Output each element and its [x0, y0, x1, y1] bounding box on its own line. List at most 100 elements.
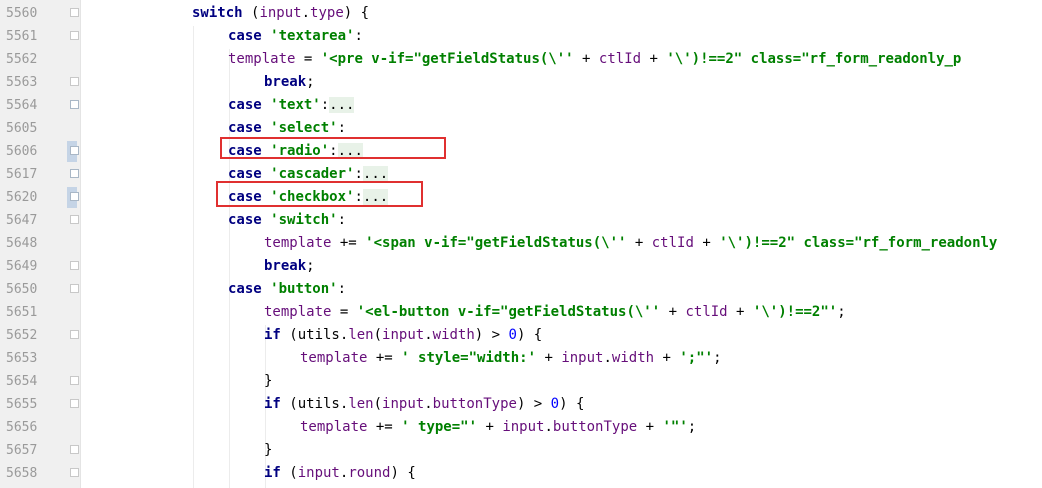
line-number: 5617	[6, 167, 38, 182]
code-token: +=	[367, 350, 402, 366]
code-line[interactable]: 5658 if (input.round) {	[0, 462, 1042, 485]
fold-collapse-icon[interactable]	[70, 261, 79, 270]
code-line[interactable]: 5564 case 'text':...	[0, 94, 1042, 117]
code-text: }	[264, 439, 272, 462]
code-line[interactable]: 5648 template += '<span v-if="getFieldSta…	[0, 232, 1042, 255]
code-text: template += '<span v-if="getFieldStatus(…	[264, 232, 997, 255]
fold-expand-icon[interactable]	[70, 169, 79, 178]
code-token: utils	[297, 327, 340, 343]
code-token: template	[300, 419, 368, 435]
fold-collapse-icon[interactable]	[70, 399, 79, 408]
code-token: input	[382, 396, 425, 412]
code-line[interactable]: 5653 template += ' style="width:' + input…	[0, 347, 1042, 370]
code-text: template += ' style="width:' + input.wid…	[300, 347, 722, 370]
code-token: switch	[192, 5, 243, 21]
code-token: ) {	[559, 396, 585, 412]
line-number: 5652	[6, 328, 38, 343]
code-token: (	[373, 327, 383, 343]
code-token: if	[264, 327, 281, 343]
code-line[interactable]: 5656 template += ' type="' + input.button…	[0, 416, 1042, 439]
code-line[interactable]: 5647 case 'switch':	[0, 209, 1042, 232]
code-token: 'select'	[270, 120, 338, 136]
code-text: break;	[264, 255, 315, 278]
code-token: 'button'	[270, 281, 338, 297]
code-token: ctlId	[598, 51, 642, 67]
fold-collapse-icon[interactable]	[70, 445, 79, 454]
code-line[interactable]: 5657}	[0, 439, 1042, 462]
code-token: buttonType	[432, 396, 517, 412]
code-token: .	[301, 5, 311, 21]
code-line[interactable]: 5650 case 'button':	[0, 278, 1042, 301]
code-token: +	[654, 350, 680, 366]
fold-collapse-icon[interactable]	[70, 376, 79, 385]
code-text: if (input.round) {	[264, 462, 416, 485]
code-token: (	[242, 5, 260, 21]
code-text: template = '<pre v-if="getFieldStatus(\'…	[228, 48, 961, 71]
code-line[interactable]: 5651 template = '<el-button v-if="getFiel…	[0, 301, 1042, 324]
code-token: '<el-button v-if="getFieldStatus(\''	[356, 304, 661, 320]
line-number: 5563	[6, 75, 38, 90]
code-text: template = '<el-button v-if="getFieldSta…	[264, 301, 846, 324]
code-line[interactable]: 5620 case 'checkbox':...	[0, 186, 1042, 209]
code-token: template	[264, 304, 332, 320]
fold-collapse-icon[interactable]	[70, 31, 79, 40]
code-text: case 'button':	[228, 278, 346, 301]
code-text: case 'text':...	[228, 94, 355, 117]
code-token: case	[228, 166, 262, 182]
code-token: type	[310, 5, 344, 21]
line-number: 5657	[6, 443, 38, 458]
code-token: }	[264, 373, 273, 389]
code-token: template	[264, 235, 332, 251]
code-token: ' type="'	[401, 419, 478, 435]
code-token: input	[561, 350, 604, 366]
code-token: '<span v-if="getFieldStatus(\''	[365, 235, 627, 251]
code-token: +=	[367, 419, 402, 435]
code-token: case	[228, 28, 262, 44]
code-text: template += ' type="' + input.buttonType…	[300, 416, 696, 439]
fold-expand-icon[interactable]	[70, 100, 79, 109]
line-number: 5562	[6, 52, 38, 67]
code-token: .	[424, 396, 433, 412]
code-token: }	[264, 442, 273, 458]
code-line[interactable]: 5606 case 'radio':...	[0, 140, 1042, 163]
fold-expand-icon[interactable]	[70, 146, 79, 155]
code-token: +=	[331, 235, 366, 251]
code-token: +	[637, 419, 663, 435]
code-line[interactable]: 5563 break;	[0, 71, 1042, 94]
code-line[interactable]: 5617 case 'cascader':...	[0, 163, 1042, 186]
code-text: case 'textarea':	[228, 25, 363, 48]
code-line[interactable]: 5654}	[0, 370, 1042, 393]
code-line[interactable]: 5560 switch (input.type) {	[0, 2, 1042, 25]
code-token: +	[536, 350, 562, 366]
code-line[interactable]: 5655 if (utils.len(input.buttonType) > 0)…	[0, 393, 1042, 416]
fold-collapse-icon[interactable]	[70, 215, 79, 224]
fold-collapse-icon[interactable]	[70, 330, 79, 339]
code-token: ...	[329, 97, 355, 113]
code-token: if	[264, 396, 281, 412]
fold-collapse-icon[interactable]	[70, 468, 79, 477]
code-token: (	[280, 396, 298, 412]
fold-expand-icon[interactable]	[70, 192, 79, 201]
fold-collapse-icon[interactable]	[70, 284, 79, 293]
code-token: 'switch'	[270, 212, 338, 228]
fold-collapse-icon[interactable]	[70, 8, 79, 17]
code-line[interactable]: 5649 break;	[0, 255, 1042, 278]
code-token: ;	[837, 304, 846, 320]
code-text: if (utils.len(input.width) > 0) {	[264, 324, 542, 347]
code-line[interactable]: 5652 if (utils.len(input.width) > 0) {	[0, 324, 1042, 347]
code-line[interactable]: 5561 case 'textarea':	[0, 25, 1042, 48]
code-token: utils	[297, 396, 340, 412]
code-line[interactable]: 5562 template = '<pre v-if="getFieldStatu…	[0, 48, 1042, 71]
code-token: ) {	[390, 465, 416, 481]
code-token: case	[228, 212, 262, 228]
code-line[interactable]: 5605 case 'select':	[0, 117, 1042, 140]
code-token: buttonType	[552, 419, 638, 435]
code-token: .	[603, 350, 612, 366]
fold-collapse-icon[interactable]	[70, 77, 79, 86]
code-text: break;	[264, 71, 315, 94]
code-token: ;	[306, 258, 315, 274]
